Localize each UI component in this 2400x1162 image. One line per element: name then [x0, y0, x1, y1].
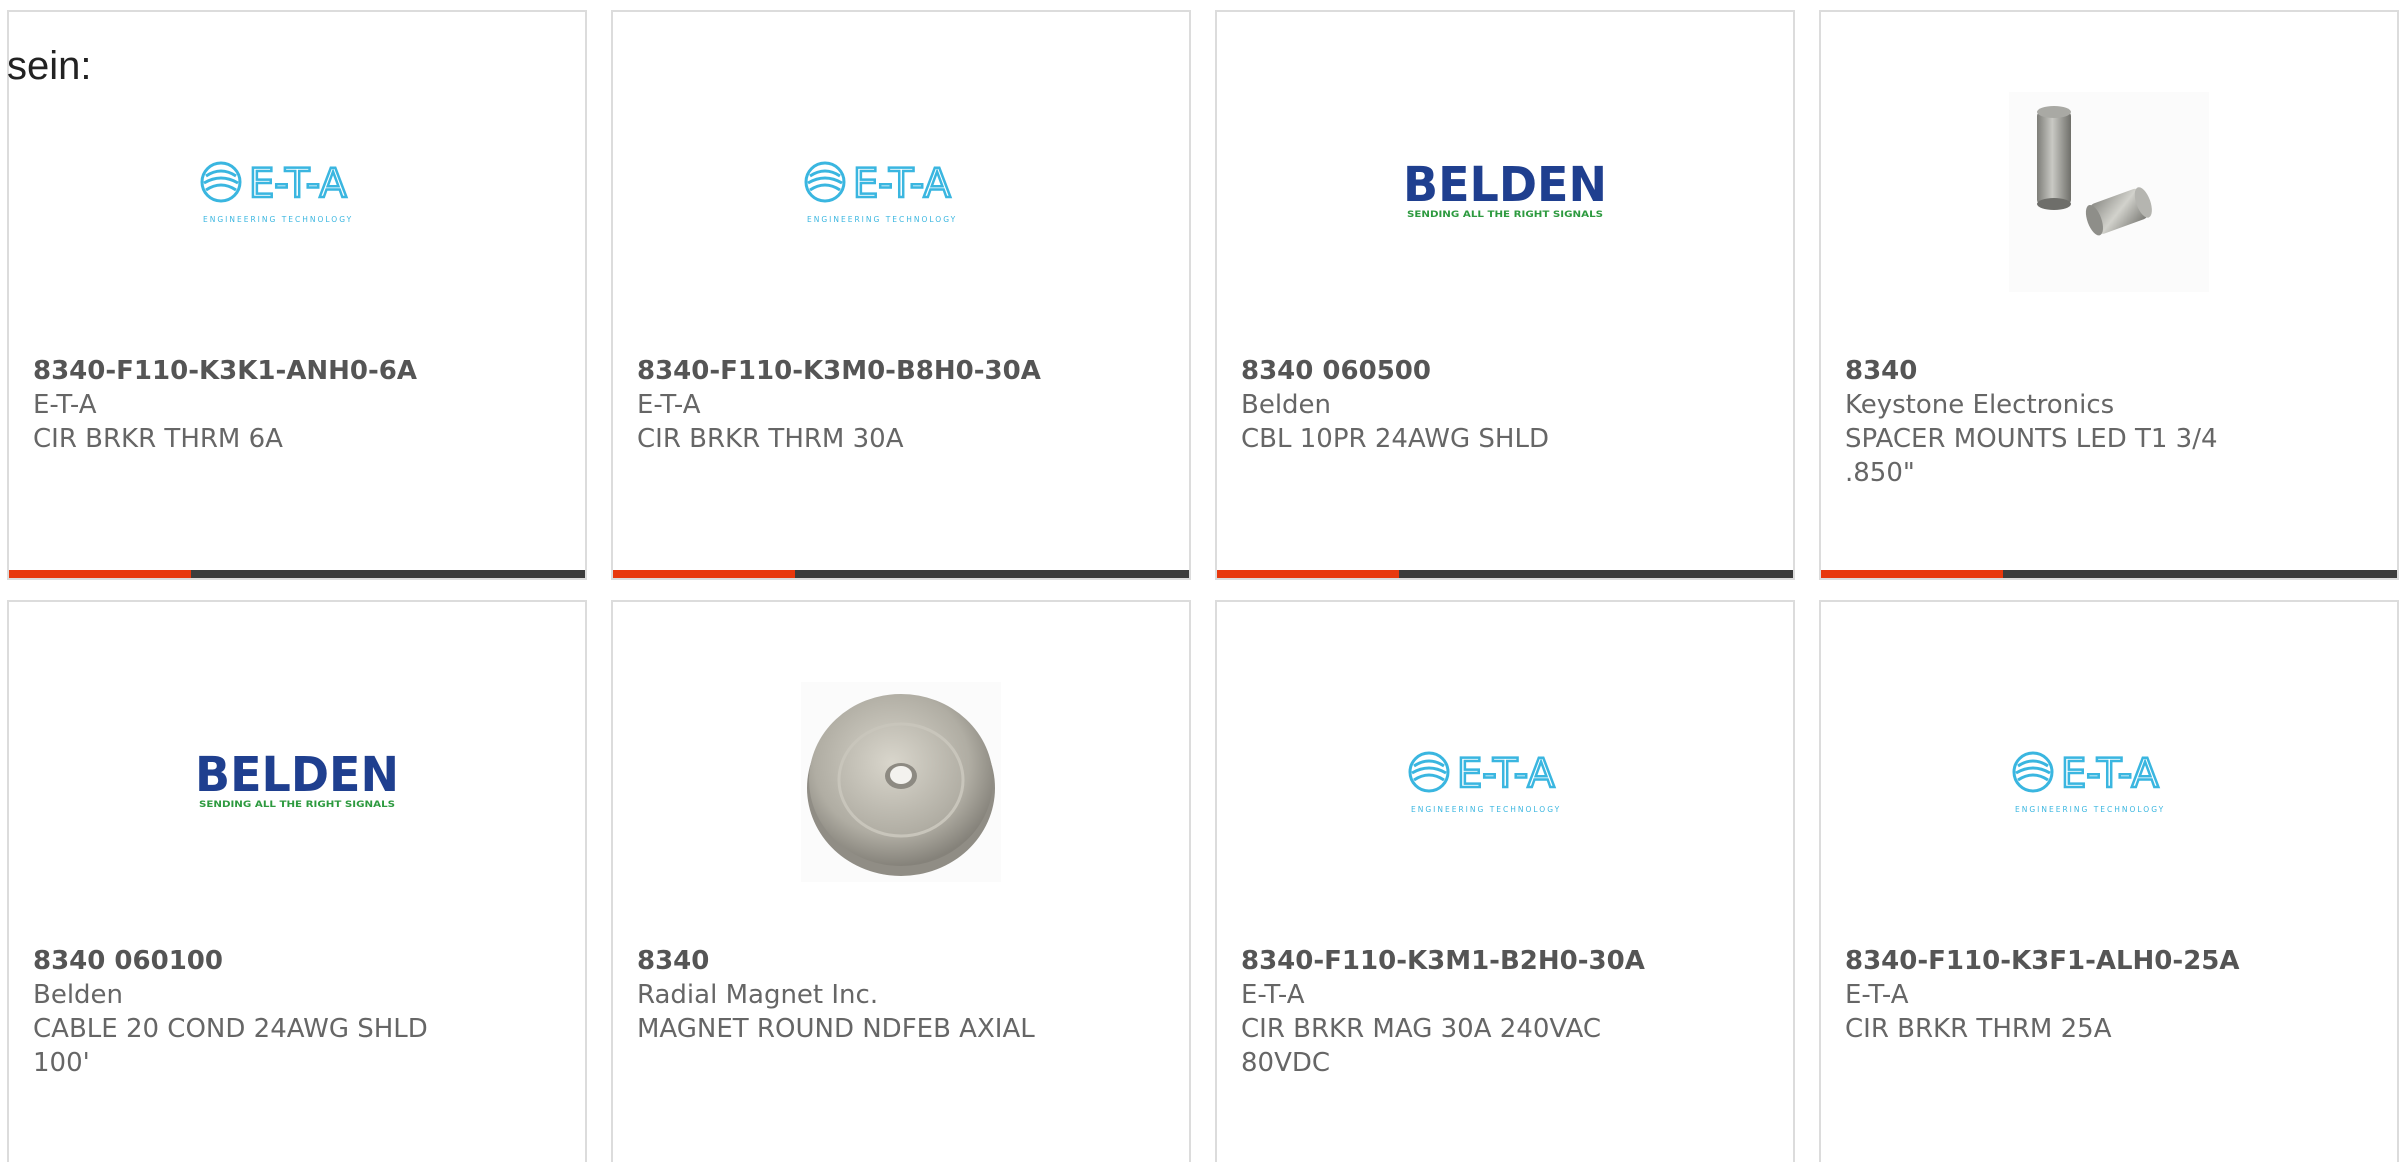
manufacturer: E-T-A	[1845, 980, 1909, 1010]
eta-logo: E-T-A ENGINEERING TECHNOLOGY	[200, 160, 353, 224]
card-bottom-bar	[9, 570, 585, 578]
product-card[interactable]: E-T-A ENGINEERING TECHNOLOGY 8340-F110-K…	[1819, 600, 2399, 1162]
card-accent	[9, 570, 191, 578]
belden-logo: BELDEN SENDING ALL THE RIGHT SIGNALS	[1403, 157, 1607, 220]
belden-logo: BELDEN SENDING ALL THE RIGHT SIGNALS	[195, 747, 399, 810]
product-card[interactable]: 8340 Radial Magnet Inc. MAGNET ROUND NDF…	[611, 600, 1191, 1162]
product-image	[613, 672, 1189, 892]
svg-text:E-T-A: E-T-A	[2061, 751, 2159, 797]
eta-logo: E-T-A ENGINEERING TECHNOLOGY	[1408, 750, 1561, 814]
manufacturer: E-T-A	[1241, 980, 1305, 1010]
product-image	[1821, 82, 2397, 302]
description: CIR BRKR MAG 30A 240VAC 80VDC	[1241, 1014, 1601, 1078]
svg-text:BELDEN: BELDEN	[195, 747, 399, 803]
product-image: E-T-A ENGINEERING TECHNOLOGY	[613, 82, 1189, 302]
product-card[interactable]: E-T-A ENGINEERING TECHNOLOGY 8340-F110-K…	[1215, 600, 1795, 1162]
svg-text:ENGINEERING TECHNOLOGY: ENGINEERING TECHNOLOGY	[807, 215, 957, 224]
part-number[interactable]: 8340-F110-K3K1-ANH0-6A	[33, 354, 561, 388]
part-number[interactable]: 8340-F110-K3F1-ALH0-25A	[1845, 944, 2373, 978]
svg-text:BELDEN: BELDEN	[1403, 157, 1607, 213]
magnet-photo	[801, 682, 1001, 882]
eta-logo: E-T-A ENGINEERING TECHNOLOGY	[804, 160, 957, 224]
part-number[interactable]: 8340-F110-K3M1-B2H0-30A	[1241, 944, 1769, 978]
description: CIR BRKR THRM 30A	[637, 424, 904, 454]
manufacturer: Radial Magnet Inc.	[637, 980, 879, 1010]
part-number[interactable]: 8340 060500	[1241, 354, 1769, 388]
svg-text:ENGINEERING TECHNOLOGY: ENGINEERING TECHNOLOGY	[2015, 805, 2165, 814]
svg-text:E-T-A: E-T-A	[853, 161, 951, 207]
manufacturer: E-T-A	[637, 390, 701, 420]
product-card[interactable]: BELDEN SENDING ALL THE RIGHT SIGNALS 834…	[1215, 10, 1795, 580]
spacer-photo	[2009, 92, 2209, 292]
description: CIR BRKR THRM 25A	[1845, 1014, 2112, 1044]
card-bottom-bar	[613, 570, 1189, 578]
manufacturer: Keystone Electronics	[1845, 390, 2115, 420]
eta-logo: E-T-A ENGINEERING TECHNOLOGY	[2012, 750, 2165, 814]
product-image: E-T-A ENGINEERING TECHNOLOGY	[1821, 672, 2397, 892]
part-number[interactable]: 8340	[637, 944, 1165, 978]
svg-text:E-T-A: E-T-A	[249, 161, 347, 207]
product-grid: E-T-A ENGINEERING TECHNOLOGY 8340-F110-K…	[7, 10, 2400, 1162]
product-image: BELDEN SENDING ALL THE RIGHT SIGNALS	[9, 672, 585, 892]
description: CBL 10PR 24AWG SHLD	[1241, 424, 1549, 454]
card-accent	[1821, 570, 2003, 578]
product-card[interactable]: 8340 Keystone Electronics SPACER MOUNTS …	[1819, 10, 2399, 580]
description: MAGNET ROUND NDFEB AXIAL	[637, 1014, 1035, 1044]
part-number[interactable]: 8340-F110-K3M0-B8H0-30A	[637, 354, 1165, 388]
product-card[interactable]: BELDEN SENDING ALL THE RIGHT SIGNALS 834…	[7, 600, 587, 1162]
manufacturer: Belden	[33, 980, 124, 1010]
product-image: E-T-A ENGINEERING TECHNOLOGY	[9, 82, 585, 302]
manufacturer: E-T-A	[33, 390, 97, 420]
product-image: BELDEN SENDING ALL THE RIGHT SIGNALS	[1217, 82, 1793, 302]
product-card[interactable]: E-T-A ENGINEERING TECHNOLOGY 8340-F110-K…	[7, 10, 587, 580]
svg-text:ENGINEERING TECHNOLOGY: ENGINEERING TECHNOLOGY	[203, 215, 353, 224]
intro-text: sein:	[7, 44, 92, 88]
part-number[interactable]: 8340	[1845, 354, 2373, 388]
description: SPACER MOUNTS LED T1 3/4 .850"	[1845, 424, 2218, 488]
description: CABLE 20 COND 24AWG SHLD 100'	[33, 1014, 428, 1078]
svg-text:ENGINEERING TECHNOLOGY: ENGINEERING TECHNOLOGY	[1411, 805, 1561, 814]
part-number[interactable]: 8340 060100	[33, 944, 561, 978]
svg-text:E-T-A: E-T-A	[1457, 751, 1555, 797]
product-results-page: E-T-A ENGINEERING TECHNOLOGY 8340-F110-K…	[0, 0, 2400, 1162]
manufacturer: Belden	[1241, 390, 1332, 420]
product-image: E-T-A ENGINEERING TECHNOLOGY	[1217, 672, 1793, 892]
svg-text:SENDING ALL THE RIGHT SIGNALS: SENDING ALL THE RIGHT SIGNALS	[1407, 210, 1603, 220]
svg-text:SENDING ALL THE RIGHT SIGNALS: SENDING ALL THE RIGHT SIGNALS	[199, 800, 395, 810]
product-card[interactable]: E-T-A ENGINEERING TECHNOLOGY 8340-F110-K…	[611, 10, 1191, 580]
card-accent	[613, 570, 795, 578]
card-bottom-bar	[1821, 570, 2397, 578]
card-bottom-bar	[1217, 570, 1793, 578]
card-accent	[1217, 570, 1399, 578]
description: CIR BRKR THRM 6A	[33, 424, 283, 454]
